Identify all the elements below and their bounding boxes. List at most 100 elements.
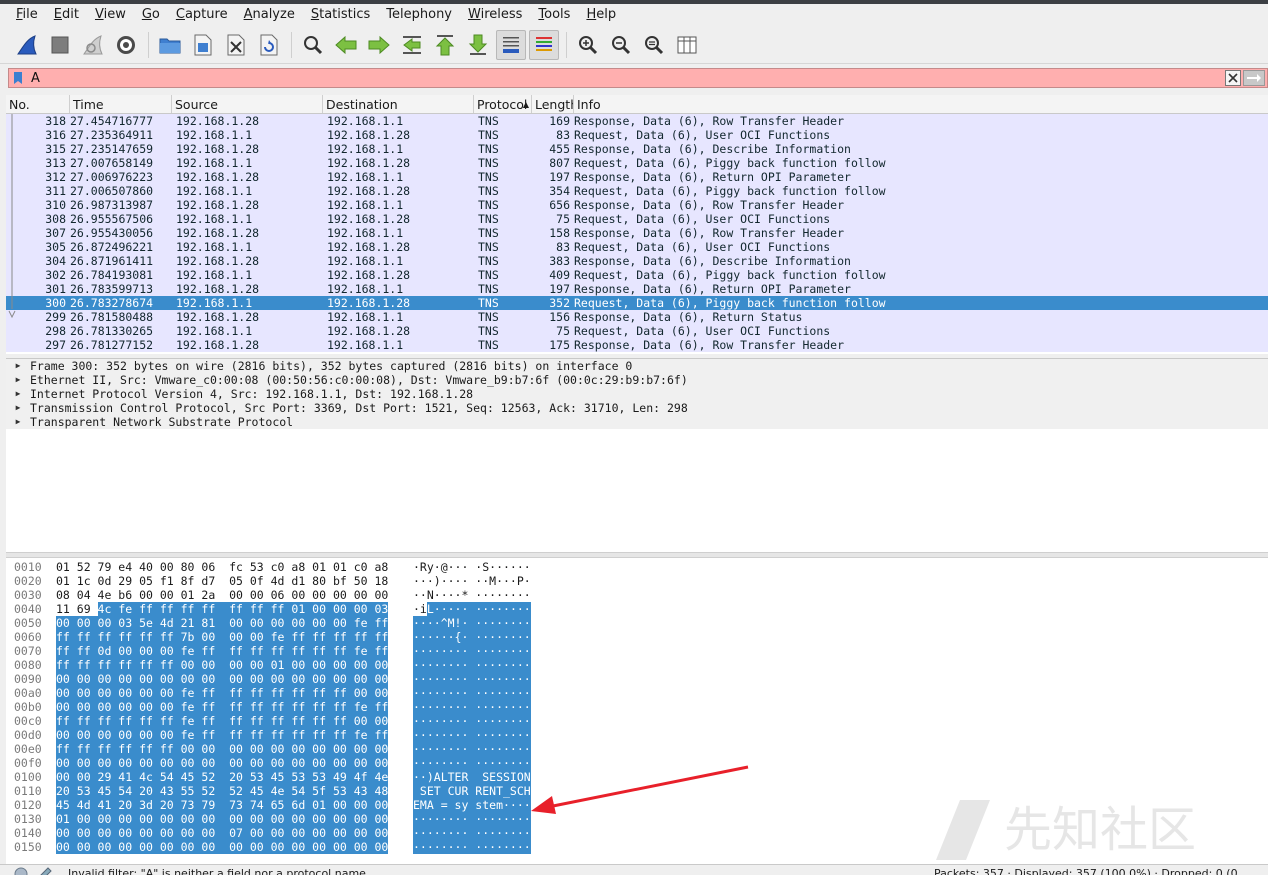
bytes-ascii[interactable]: ·iL····· ········ — [413, 602, 531, 616]
bytes-ascii[interactable]: ··)ALTER SESSION — [413, 770, 531, 784]
packet-row[interactable]: 312 27.006976223 192.168.1.28 192.168.1.1 TN… — [6, 170, 1268, 184]
bytes-ascii[interactable]: ········ ········ — [413, 742, 531, 756]
edit-comment-icon[interactable] — [38, 866, 54, 875]
bytes-ascii[interactable]: EMA = sy stem···· — [413, 798, 531, 812]
bytes-ascii[interactable]: ········ ········ — [413, 812, 531, 826]
go-to-packet-button[interactable] — [397, 30, 427, 60]
bytes-hex[interactable]: 00 00 00 00 00 00 00 00 00 00 00 00 00 0… — [56, 756, 389, 770]
bytes-ascii[interactable]: ········ ········ — [413, 756, 531, 770]
resize-columns-button[interactable] — [672, 30, 702, 60]
packet-row[interactable]: 315 27.235147659 192.168.1.28 192.168.1.1 TN… — [6, 142, 1268, 156]
bytes-hex[interactable]: 20 53 45 54 20 43 55 52 52 45 4e 54 5f 5… — [56, 784, 389, 798]
menu-statistics[interactable]: Statistics — [303, 4, 378, 26]
bytes-hex[interactable]: 00 00 29 41 4c 54 45 52 20 53 45 53 53 4… — [56, 770, 389, 784]
bytes-row[interactable]: 0090 00 00 00 00 00 00 00 00 00 00 00 00 … — [6, 672, 606, 686]
bytes-hex[interactable]: 00 00 00 03 5e 4d 21 81 00 00 00 00 00 0… — [56, 616, 389, 630]
first-packet-button[interactable] — [430, 30, 460, 60]
bytes-ascii[interactable]: ·Ry·@··· ·S······ — [413, 560, 531, 574]
bytes-row[interactable]: 0100 00 00 29 41 4c 54 45 52 20 53 45 53 … — [6, 770, 606, 784]
menu-telephony[interactable]: Telephony — [378, 4, 460, 26]
bytes-row[interactable]: 0110 20 53 45 54 20 43 55 52 52 45 4e 54 … — [6, 784, 606, 798]
display-filter-input[interactable]: A — [27, 71, 1225, 86]
bytes-row[interactable]: 0070 ff ff 0d 00 00 00 fe ff ff ff ff ff … — [6, 644, 606, 658]
packet-row[interactable]: 302 26.784193081 192.168.1.1 192.168.1.28 TN… — [6, 268, 1268, 282]
bytes-hex[interactable]: ff ff ff ff ff ff 00 00 00 00 00 00 00 0… — [56, 742, 389, 756]
column-header-no[interactable]: No. — [6, 95, 70, 113]
bytes-hex[interactable]: 11 69 4c fe ff ff ff ff ff ff ff 01 00 0… — [56, 602, 389, 616]
bytes-ascii[interactable]: ········ ········ — [413, 644, 531, 658]
packet-row-selected[interactable]: 300 26.783278674 192.168.1.1 192.168.1.28 TN… — [6, 296, 1268, 310]
packet-row[interactable]: 308 26.955567506 192.168.1.1 192.168.1.28 TN… — [6, 212, 1268, 226]
packet-row[interactable]: 316 27.235364911 192.168.1.1 192.168.1.28 TN… — [6, 128, 1268, 142]
start-capture-button[interactable] — [12, 30, 42, 60]
packet-row[interactable]: 318 27.454716777 192.168.1.28 192.168.1.1 TN… — [6, 114, 1268, 128]
capture-options-button[interactable] — [111, 30, 141, 60]
bytes-hex[interactable]: 00 00 00 00 00 00 fe ff ff ff ff ff ff f… — [56, 728, 389, 742]
bytes-row[interactable]: 0080 ff ff ff ff ff ff 00 00 00 00 01 00 … — [6, 658, 606, 672]
menu-analyze[interactable]: Analyze — [236, 4, 303, 26]
bytes-ascii[interactable]: ········ ········ — [413, 700, 531, 714]
bytes-ascii[interactable]: ···)···· ··M···P· — [413, 574, 531, 588]
bytes-ascii[interactable]: ········ ········ — [413, 672, 531, 686]
bytes-row[interactable]: 00c0 ff ff ff ff ff ff fe ff ff ff ff ff … — [6, 714, 606, 728]
bytes-ascii[interactable]: ········ ········ — [413, 686, 531, 700]
go-forward-button[interactable] — [364, 30, 394, 60]
expand-arrow-icon[interactable]: ▶ — [6, 387, 30, 401]
bytes-row[interactable]: 0060 ff ff ff ff ff ff 7b 00 00 00 fe ff … — [6, 630, 606, 644]
normal-size-button[interactable] — [639, 30, 669, 60]
menu-tools[interactable]: Tools — [530, 4, 578, 26]
menu-capture[interactable]: Capture — [168, 4, 236, 26]
packet-list[interactable]: 318 27.454716777 192.168.1.28 192.168.1.1 TN… — [6, 114, 1268, 354]
packet-row[interactable]: 311 27.006507860 192.168.1.1 192.168.1.28 TN… — [6, 184, 1268, 198]
bytes-row[interactable]: 0140 00 00 00 00 00 00 00 00 07 00 00 00 … — [6, 826, 606, 840]
bytes-ascii[interactable]: ········ ········ — [413, 826, 531, 840]
detail-tree-item[interactable]: ▶ Frame 300: 352 bytes on wire (2816 bits… — [6, 359, 1268, 373]
column-header-protocol[interactable]: Protocol ▲ — [474, 95, 532, 113]
detail-tree-item[interactable]: ▶ Transparent Network Substrate Protocol — [6, 415, 1268, 429]
column-header-length[interactable]: Length — [532, 95, 574, 113]
detail-tree-item[interactable]: ▶ Internet Protocol Version 4, Src: 192.1… — [6, 387, 1268, 401]
restart-capture-button[interactable] — [78, 30, 108, 60]
menu-help[interactable]: Help — [578, 4, 624, 26]
column-header-source[interactable]: Source — [172, 95, 323, 113]
packet-row[interactable]: 301 26.783599713 192.168.1.28 192.168.1.1 TN… — [6, 282, 1268, 296]
detail-tree-item[interactable]: ▶ Transmission Control Protocol, Src Port… — [6, 401, 1268, 415]
packet-row[interactable]: 304 26.871961411 192.168.1.28 192.168.1.1 TN… — [6, 254, 1268, 268]
bytes-hex[interactable]: ff ff 0d 00 00 00 fe ff ff ff ff ff ff f… — [56, 644, 389, 658]
bytes-row[interactable]: 0050 00 00 00 03 5e 4d 21 81 00 00 00 00 … — [6, 616, 606, 630]
bytes-hex[interactable]: 00 00 00 00 00 00 00 00 00 00 00 00 00 0… — [56, 840, 389, 854]
bytes-row[interactable]: 00a0 00 00 00 00 00 00 fe ff ff ff ff ff … — [6, 686, 606, 700]
bytes-hex[interactable]: 08 04 4e b6 00 00 01 2a 00 00 06 00 00 0… — [56, 588, 388, 602]
bytes-row[interactable]: 00d0 00 00 00 00 00 00 fe ff ff ff ff ff … — [6, 728, 606, 742]
bytes-hex[interactable]: ff ff ff ff ff ff 00 00 00 00 01 00 00 0… — [56, 658, 389, 672]
bytes-hex[interactable]: 01 00 00 00 00 00 00 00 00 00 00 00 00 0… — [56, 812, 389, 826]
packet-row[interactable]: 297 26.781277152 192.168.1.28 192.168.1.1 TN… — [6, 338, 1268, 352]
bytes-ascii[interactable]: ········ ········ — [413, 840, 531, 854]
column-header-info[interactable]: Info — [574, 95, 1268, 113]
stop-capture-button[interactable] — [45, 30, 75, 60]
packet-details-pane[interactable]: ▶ Frame 300: 352 bytes on wire (2816 bits… — [6, 358, 1268, 552]
bytes-row[interactable]: 00b0 00 00 00 00 00 00 fe ff ff ff ff ff … — [6, 700, 606, 714]
bytes-row[interactable]: 0150 00 00 00 00 00 00 00 00 00 00 00 00 … — [6, 840, 606, 854]
detail-tree-item[interactable]: ▶ Ethernet II, Src: Vmware_c0:00:08 (00:5… — [6, 373, 1268, 387]
autoscroll-button[interactable] — [496, 29, 526, 60]
menu-file[interactable]: File — [8, 4, 46, 26]
expand-arrow-icon[interactable]: ▶ — [6, 415, 30, 429]
bytes-row[interactable]: 00f0 00 00 00 00 00 00 00 00 00 00 00 00 … — [6, 756, 606, 770]
bytes-row[interactable]: 0120 45 4d 41 20 3d 20 73 79 73 74 65 6d … — [6, 798, 606, 812]
open-file-button[interactable] — [155, 30, 185, 60]
filter-bookmark-button[interactable] — [9, 69, 27, 87]
bytes-ascii[interactable]: ········ ········ — [413, 658, 531, 672]
bytes-row[interactable]: 0030 08 04 4e b6 00 00 01 2a 00 00 06 00 … — [6, 588, 606, 602]
packet-row[interactable]: 299 26.781580488 192.168.1.28 192.168.1.1 TN… — [6, 310, 1268, 324]
zoom-out-button[interactable] — [606, 30, 636, 60]
bytes-ascii[interactable]: ········ ········ — [413, 728, 531, 742]
expand-arrow-icon[interactable]: ▶ — [6, 373, 30, 387]
go-back-button[interactable] — [331, 30, 361, 60]
bytes-ascii[interactable]: ······{· ········ — [413, 630, 531, 644]
apply-filter-button[interactable] — [1243, 70, 1265, 86]
bytes-row[interactable]: 00e0 ff ff ff ff ff ff 00 00 00 00 00 00 … — [6, 742, 606, 756]
find-packet-button[interactable] — [298, 30, 328, 60]
bytes-hex[interactable]: 00 00 00 00 00 00 fe ff ff ff ff ff ff f… — [56, 686, 389, 700]
bytes-row[interactable]: 0020 01 1c 0d 29 05 f1 8f d7 05 0f 4d d1 … — [6, 574, 606, 588]
